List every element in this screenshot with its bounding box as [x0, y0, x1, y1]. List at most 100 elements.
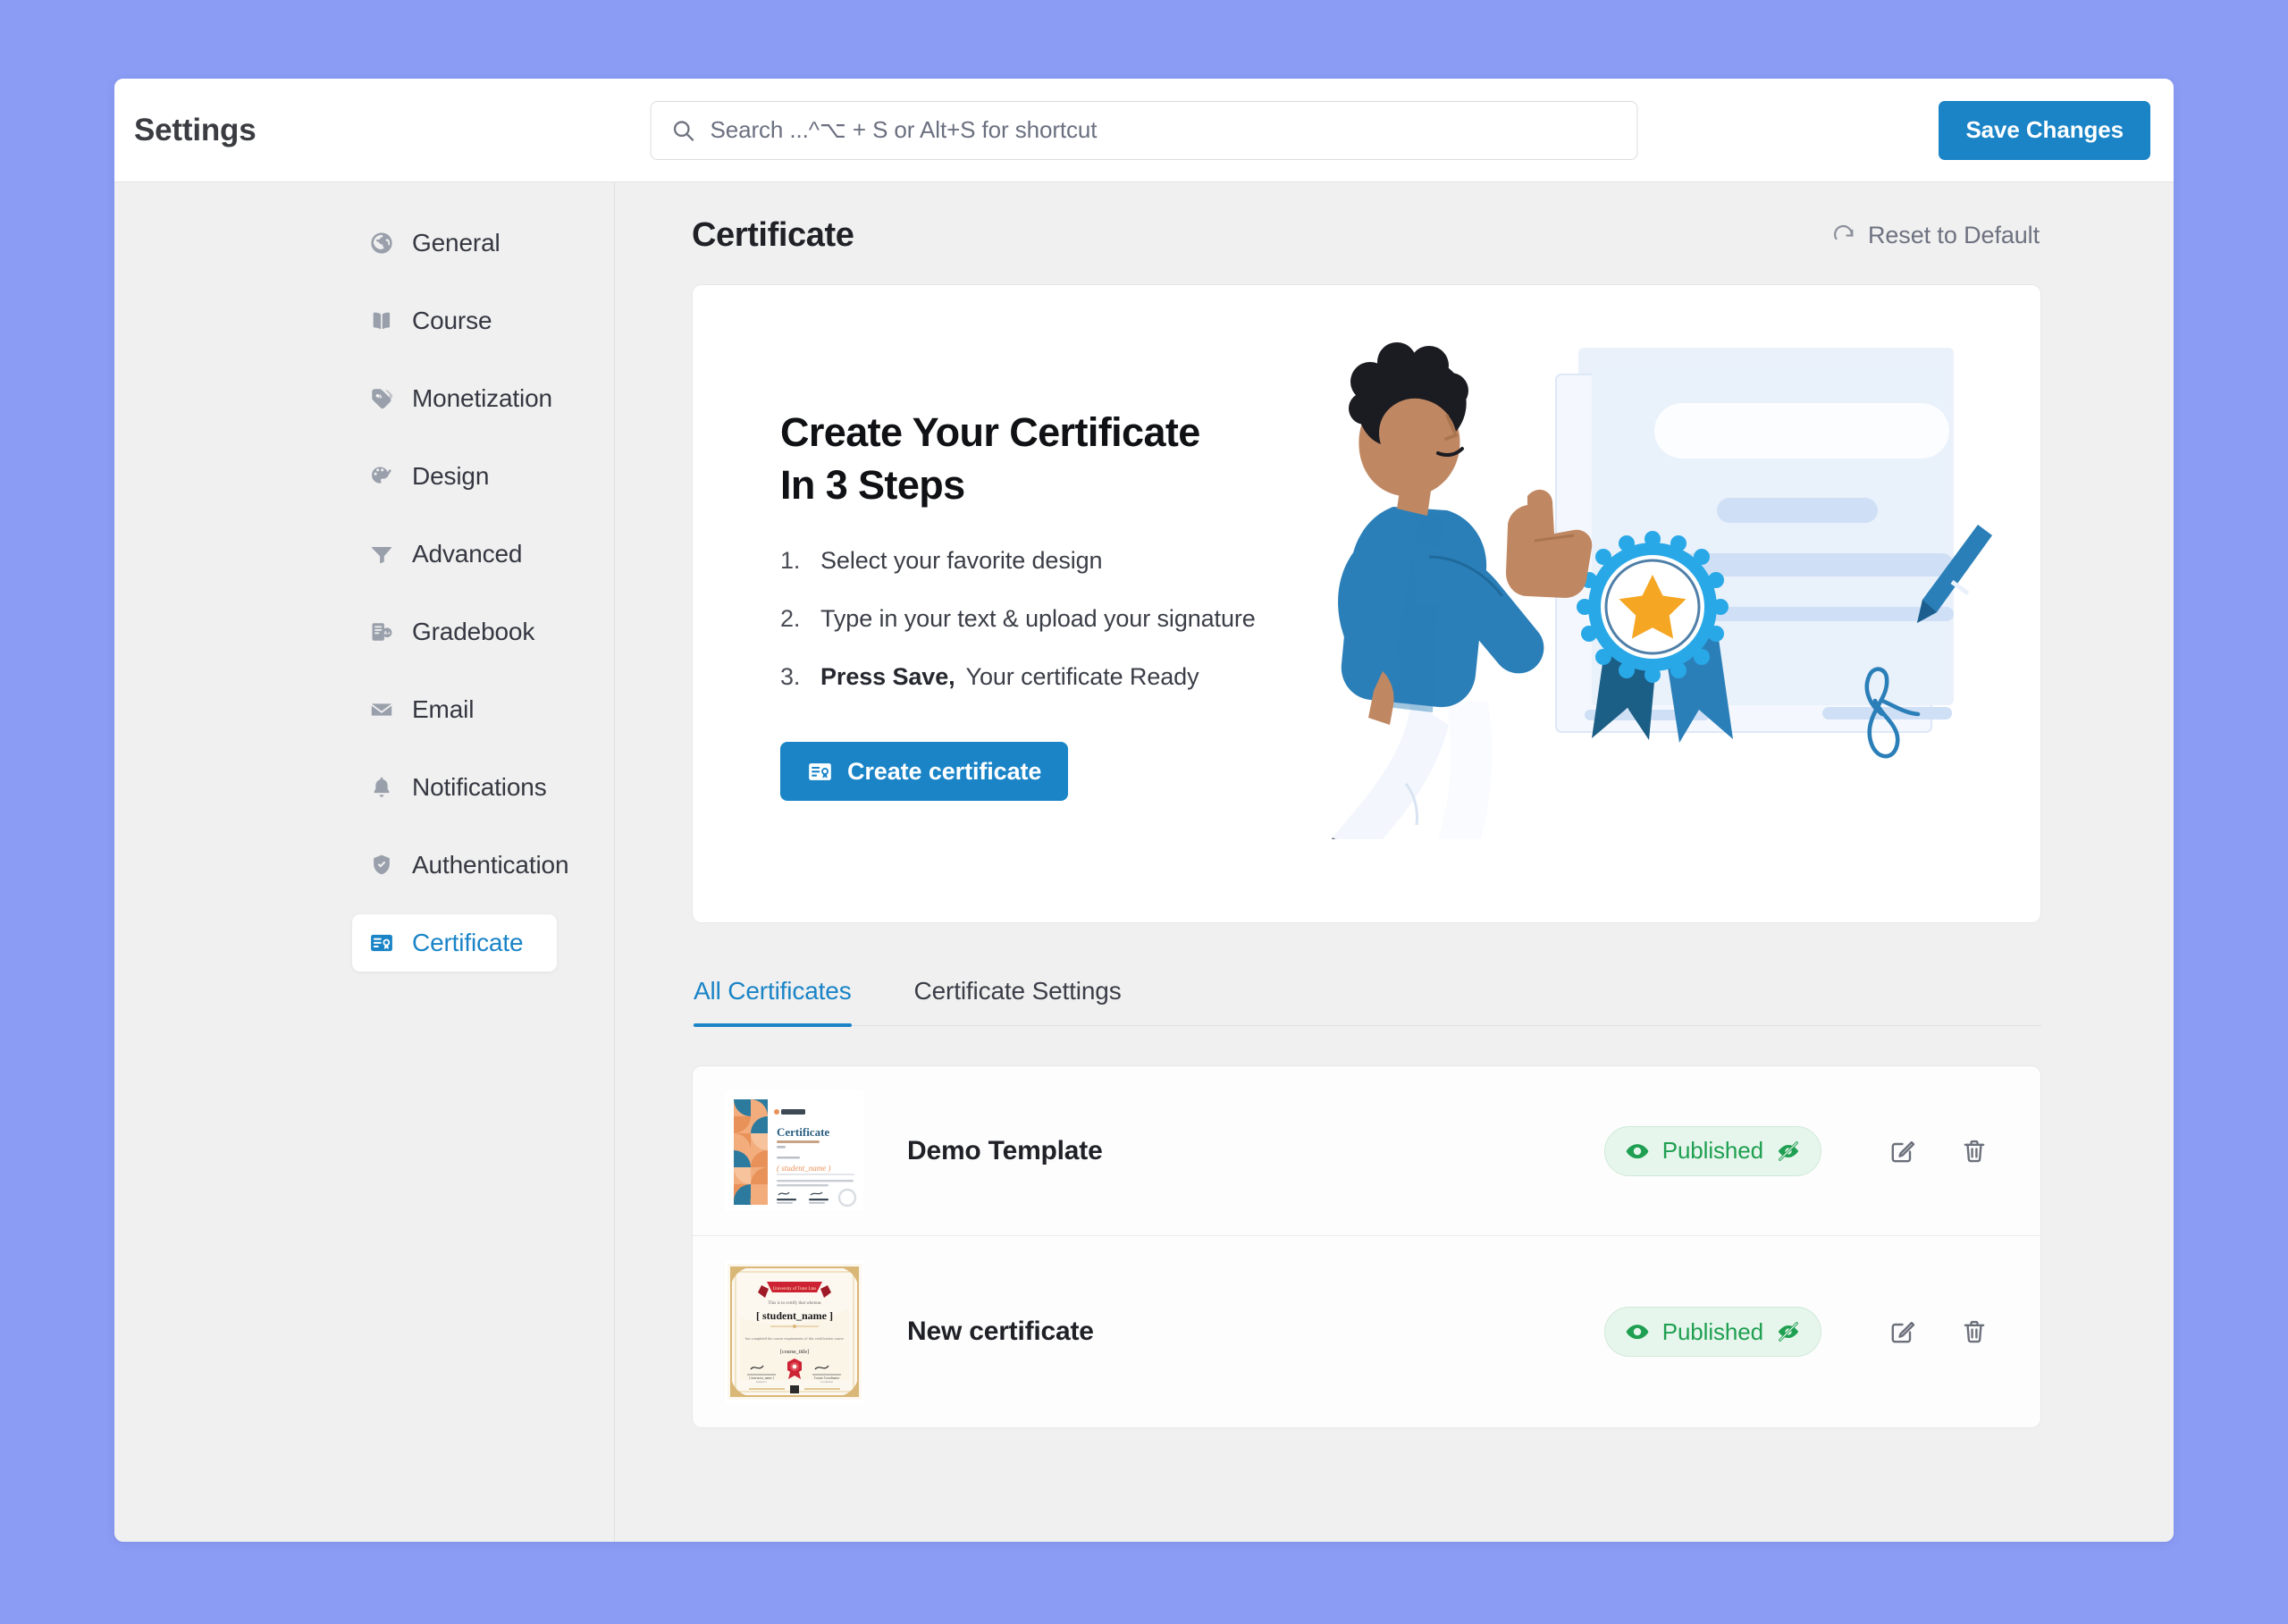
search-box[interactable]: [651, 101, 1638, 160]
shield-check-icon: [368, 852, 395, 879]
table-row[interactable]: University of Tutor Lms This is to certi…: [693, 1235, 2040, 1427]
svg-text:%: %: [376, 393, 382, 400]
sidebar-item-authentication[interactable]: Authentication: [352, 837, 557, 894]
status-label: Published: [1662, 1318, 1763, 1346]
create-certificate-hero: Create Your Certificate In 3 Steps 1. Se…: [692, 284, 2041, 923]
globe-icon: [368, 230, 395, 257]
certificate-illustration: [1283, 285, 2040, 922]
hero-step: 1. Select your favorite design: [780, 547, 1283, 575]
edit-certificate-button[interactable]: [1879, 1308, 1927, 1356]
section-title: Certificate: [692, 216, 854, 255]
step-text: Your certificate Ready: [966, 663, 1199, 691]
eye-off-icon[interactable]: [1776, 1319, 1801, 1344]
tab-all-certificates[interactable]: All Certificates: [694, 977, 883, 1025]
edit-certificate-button[interactable]: [1879, 1127, 1927, 1175]
sidebar-item-label: Design: [412, 462, 489, 491]
sidebar-item-label: Monetization: [412, 384, 552, 413]
step-number: 2.: [780, 605, 820, 633]
certificates-list: Certificate ( student_name ): [692, 1065, 2041, 1428]
hero-step: 3. Press Save, Your certificate Ready: [780, 663, 1283, 691]
eye-icon: [1625, 1139, 1650, 1164]
certificate-tabs: All Certificates Certificate Settings: [692, 977, 2041, 1026]
main-content: Certificate Reset to Default Create Your…: [615, 182, 2174, 1542]
svg-text:Instructor: Instructor: [756, 1380, 767, 1384]
create-certificate-label: Create certificate: [847, 758, 1041, 786]
settings-sidebar: General Course % Moneti: [114, 182, 615, 1542]
svg-text:[course_title]: [course_title]: [780, 1350, 809, 1355]
sidebar-item-label: General: [412, 229, 500, 257]
svg-text:( student_name ): ( student_name ): [777, 1164, 831, 1173]
trash-icon: [1960, 1137, 1989, 1165]
sidebar-item-monetization[interactable]: % Monetization: [352, 370, 557, 427]
hero-step: 2. Type in your text & upload your signa…: [780, 605, 1283, 633]
search-container: [651, 101, 1638, 160]
certificate-icon: [807, 759, 833, 785]
sidebar-item-label: Course: [412, 307, 492, 335]
svg-text:Coordinator: Coordinator: [820, 1380, 833, 1384]
svg-text:Certificate: Certificate: [777, 1125, 829, 1139]
create-certificate-button[interactable]: Create certificate: [780, 742, 1068, 801]
sidebar-item-course[interactable]: Course: [352, 292, 557, 349]
sidebar-item-general[interactable]: General: [352, 215, 557, 272]
sidebar-item-label: Notifications: [412, 773, 547, 802]
certificate-icon: [368, 930, 395, 956]
refresh-icon: [1831, 223, 1856, 248]
demo-template-thumbnail[interactable]: Certificate ( student_name ): [725, 1090, 863, 1211]
svg-text:This is to certify that wherea: This is to certify that whereas: [768, 1301, 820, 1306]
tab-certificate-settings[interactable]: Certificate Settings: [914, 977, 1153, 1025]
eye-off-icon[interactable]: [1776, 1139, 1801, 1164]
page-title: Settings: [134, 113, 256, 148]
edit-icon: [1888, 1317, 1917, 1346]
sidebar-item-label: Gradebook: [412, 618, 534, 646]
main-header: Certificate Reset to Default: [692, 216, 2041, 255]
step-emphasis: Press Save,: [820, 663, 955, 691]
envelope-icon: [368, 696, 395, 723]
palette-icon: [368, 463, 395, 490]
book-icon: [368, 307, 395, 334]
funnel-icon: [368, 541, 395, 568]
step-number: 1.: [780, 547, 820, 575]
step-text: Type in your text & upload your signatur…: [820, 605, 1256, 633]
trash-icon: [1960, 1317, 1989, 1346]
bell-icon: [368, 774, 395, 801]
delete-certificate-button[interactable]: [1950, 1308, 1998, 1356]
sidebar-item-design[interactable]: Design: [352, 448, 557, 505]
sidebar-item-email[interactable]: Email: [352, 681, 557, 738]
step-number: 3.: [780, 663, 820, 691]
eye-icon: [1625, 1319, 1650, 1344]
sidebar-item-gradebook[interactable]: A+ Gradebook: [352, 603, 557, 661]
edit-icon: [1888, 1137, 1917, 1165]
sidebar-item-label: Certificate: [412, 929, 523, 957]
sidebar-item-label: Email: [412, 695, 474, 724]
delete-certificate-button[interactable]: [1950, 1127, 1998, 1175]
settings-window: Settings Save Changes: [114, 79, 2174, 1542]
search-input[interactable]: [711, 116, 1618, 144]
table-row[interactable]: Certificate ( student_name ): [693, 1066, 2040, 1235]
sidebar-item-notifications[interactable]: Notifications: [352, 759, 557, 816]
svg-text:A+: A+: [383, 631, 391, 636]
price-tag-icon: %: [368, 385, 395, 412]
status-label: Published: [1662, 1137, 1763, 1165]
top-bar: Settings Save Changes: [114, 79, 2174, 182]
reset-label: Reset to Default: [1868, 222, 2040, 249]
settings-body: General Course % Moneti: [114, 182, 2174, 1542]
certificate-name: New certificate: [886, 1317, 1604, 1347]
status-badge[interactable]: Published: [1604, 1126, 1821, 1176]
svg-text:[ student_name ]: [ student_name ]: [756, 1309, 833, 1322]
status-badge[interactable]: Published: [1604, 1307, 1821, 1357]
save-changes-button[interactable]: Save Changes: [1939, 101, 2150, 160]
sidebar-item-advanced[interactable]: Advanced: [352, 526, 557, 583]
reset-to-default-button[interactable]: Reset to Default: [1831, 222, 2040, 249]
sidebar-item-label: Advanced: [412, 540, 522, 568]
gradebook-icon: A+: [368, 618, 395, 645]
sidebar-item-certificate[interactable]: Certificate: [352, 914, 557, 972]
step-text: Select your favorite design: [820, 547, 1102, 575]
hero-steps-list: 1. Select your favorite design 2. Type i…: [780, 547, 1283, 691]
hero-title: Create Your Certificate In 3 Steps: [780, 407, 1283, 511]
certificate-name: Demo Template: [886, 1136, 1604, 1166]
svg-text:University of Tutor Lms: University of Tutor Lms: [772, 1287, 816, 1292]
svg-text:has completed the course requi: has completed the course requirements of…: [745, 1336, 844, 1341]
new-certificate-thumbnail[interactable]: University of Tutor Lms This is to certi…: [725, 1260, 863, 1403]
sidebar-item-label: Authentication: [412, 851, 568, 879]
search-icon: [671, 118, 696, 143]
